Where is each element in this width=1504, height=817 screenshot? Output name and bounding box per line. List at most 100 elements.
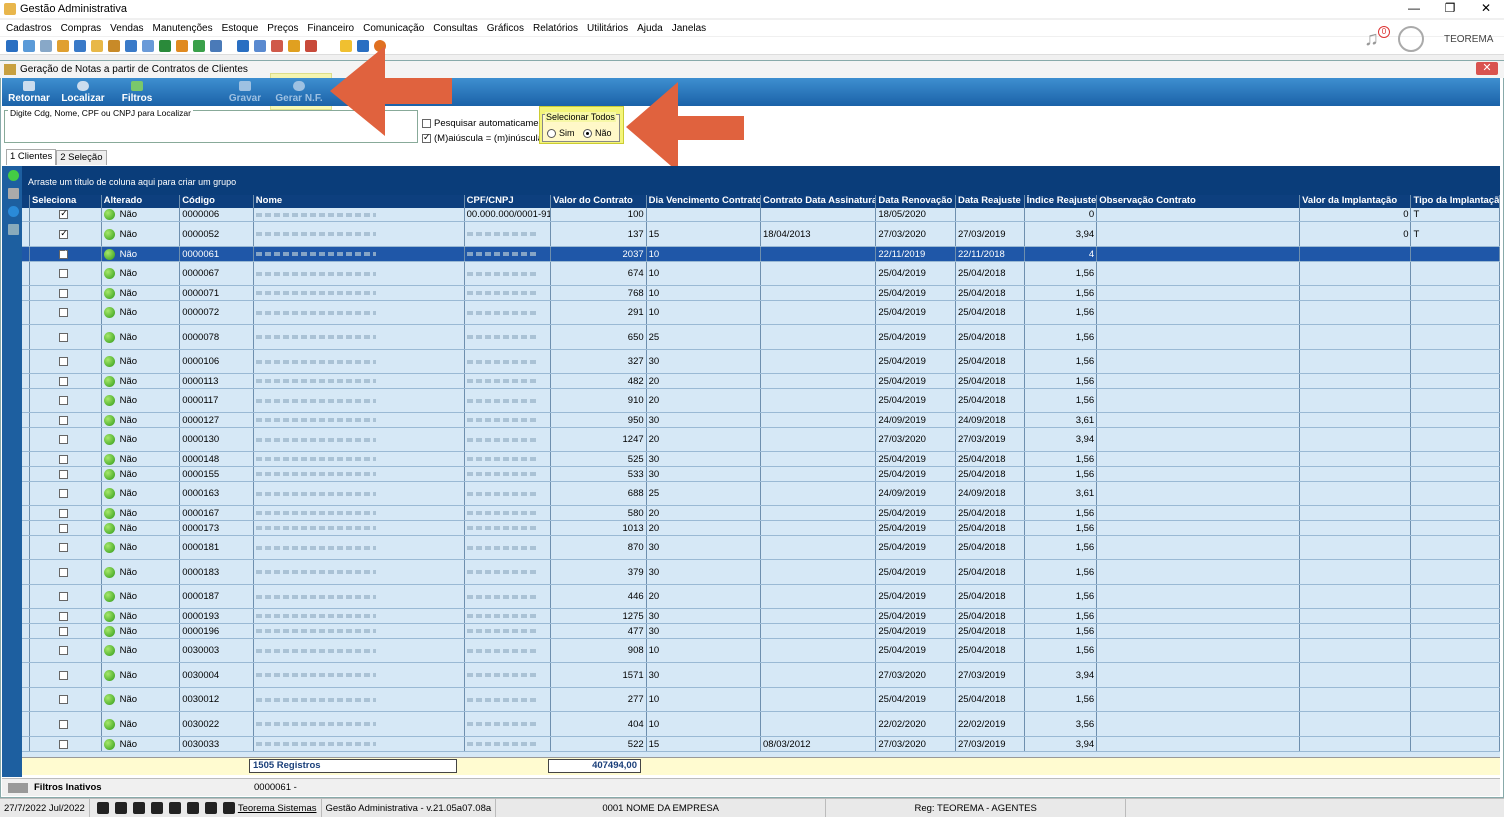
facebook-icon[interactable]: [204, 802, 217, 814]
table-row[interactable]: Não 0000181 870 30 25/04/2019 25/04/2018 1,56: [22, 536, 1500, 560]
instagram-icon[interactable]: [132, 802, 145, 814]
row-checkbox[interactable]: [59, 719, 69, 729]
toolbar-icon[interactable]: [271, 39, 283, 52]
row-checkbox[interactable]: [59, 543, 69, 552]
toolbar-icon[interactable]: [108, 39, 120, 52]
column-header[interactable]: Dia Vencimento Contrato: [647, 195, 762, 208]
gerar-nf-button[interactable]: Gerar N.F.: [272, 81, 326, 106]
column-header[interactable]: Valor da Implantação: [1300, 195, 1412, 208]
add-icon[interactable]: [8, 170, 19, 181]
table-row[interactable]: Não 0000183 379 30 25/04/2019 25/04/2018 1,56: [22, 560, 1500, 585]
table-row[interactable]: Não 0000155 533 30 25/04/2019 25/04/2018 1,56: [22, 467, 1500, 482]
column-header[interactable]: Tipo da Implantação: [1411, 195, 1500, 208]
toolbar-icon[interactable]: [159, 39, 171, 52]
toolbar-icon[interactable]: [6, 39, 18, 52]
restore-icon[interactable]: ❐: [1432, 0, 1468, 18]
column-header[interactable]: CPF/CNPJ: [465, 195, 552, 208]
toolbar-icon[interactable]: [210, 39, 222, 52]
grid-settings-icon[interactable]: [8, 224, 19, 235]
toolbar-icon[interactable]: [305, 39, 317, 52]
toolbar-icon[interactable]: [23, 39, 35, 52]
table-row[interactable]: Não 0000052 1371518/04/201327/03/202027/03…: [22, 222, 1500, 247]
table-row[interactable]: Não 0000127 950 30 24/09/2019 24/09/2018 3,61: [22, 413, 1500, 428]
menu-comunicacao[interactable]: Comunicação: [363, 23, 424, 34]
table-row[interactable]: Não 0030012 277 10 25/04/2019 25/04/2018 1,56: [22, 688, 1500, 712]
filtros-button[interactable]: Filtros: [110, 81, 164, 106]
company-link[interactable]: Teorema Sistemas: [238, 803, 317, 814]
table-row[interactable]: Não 0030022 404 10 22/02/2020 22/02/2019 3,56: [22, 712, 1500, 737]
toolbar-icon[interactable]: [288, 39, 300, 52]
menu-financeiro[interactable]: Financeiro: [307, 23, 354, 34]
youtube-icon[interactable]: [168, 802, 181, 814]
column-header[interactable]: Data Reajuste: [956, 195, 1025, 208]
table-row[interactable]: Não 0000117 910 20 25/04/2019 25/04/2018 1,56: [22, 389, 1500, 413]
linkedin-icon[interactable]: [150, 802, 163, 814]
menu-compras[interactable]: Compras: [61, 23, 102, 34]
table-row[interactable]: Não 0030004 1571 30 27/03/2020 27/03/2019 3,94: [22, 663, 1500, 688]
row-checkbox[interactable]: [59, 396, 69, 405]
table-row[interactable]: Não 0000196 477 30 25/04/2019 25/04/2018 1,56: [22, 624, 1500, 639]
close-icon[interactable]: ✕: [1468, 0, 1504, 18]
menu-precos[interactable]: Preços: [267, 23, 298, 34]
toolbar-icon[interactable]: [74, 39, 86, 52]
table-row[interactable]: Não 0000067 674 10 25/04/2019 25/04/2018 1,56: [22, 262, 1500, 286]
row-checkbox[interactable]: [59, 523, 69, 533]
row-checkbox[interactable]: [59, 695, 69, 704]
table-row[interactable]: Não 0000061 203710 22/11/201922/11/20184: [22, 247, 1500, 262]
select-all-nao-radio[interactable]: Não: [583, 128, 612, 139]
teorema-icon[interactable]: [222, 802, 235, 814]
menu-utilitarios[interactable]: Utilitários: [587, 23, 628, 34]
row-checkbox[interactable]: [59, 332, 69, 342]
menu-ajuda[interactable]: Ajuda: [637, 23, 663, 34]
table-row[interactable]: Não 0000078 650 25 25/04/2019 25/04/2018 1,56: [22, 325, 1500, 350]
toolbar-icon[interactable]: [40, 39, 52, 52]
web-icon[interactable]: [96, 802, 109, 814]
column-header[interactable]: Seleciona: [30, 195, 102, 208]
user-avatar-icon[interactable]: [1398, 26, 1424, 52]
minimize-icon[interactable]: —: [1396, 0, 1432, 18]
table-row[interactable]: Não 0000163 688 25 24/09/2019 24/09/2018 3,61: [22, 482, 1500, 506]
toolbar-icon[interactable]: [254, 39, 266, 52]
toolbar-icon[interactable]: [142, 39, 154, 52]
toolbar-icon[interactable]: [237, 39, 249, 52]
row-checkbox[interactable]: [59, 739, 69, 749]
row-checkbox[interactable]: [59, 288, 69, 298]
table-row[interactable]: Não 0030033 522 15 08/03/2012 27/03/2020 27/03…: [22, 737, 1500, 752]
gravar-button[interactable]: Gravar: [218, 81, 272, 106]
filters-inactive-label[interactable]: Filtros Inativos: [34, 782, 106, 793]
twitter-icon[interactable]: [186, 802, 199, 814]
table-row[interactable]: Não 0000106 327 30 25/04/2019 25/04/2018 1,56: [22, 350, 1500, 374]
select-all-sim-radio[interactable]: Sim: [547, 128, 575, 139]
menu-cadastros[interactable]: Cadastros: [6, 23, 52, 34]
toolbar-icon[interactable]: [176, 39, 188, 52]
row-checkbox[interactable]: [59, 308, 69, 317]
tab-clientes[interactable]: 1 Clientes: [6, 149, 57, 165]
row-checkbox[interactable]: [59, 248, 69, 259]
table-row[interactable]: Não 0000072 291 10 25/04/2019 25/04/2018 1,56: [22, 301, 1500, 325]
column-header[interactable]: Nome: [254, 195, 465, 208]
retornar-button[interactable]: Retornar: [2, 81, 56, 106]
toolbar-icon[interactable]: [193, 39, 205, 52]
trash-icon[interactable]: [8, 188, 19, 199]
row-checkbox[interactable]: [59, 489, 69, 498]
row-checkbox[interactable]: [59, 508, 69, 518]
row-checkbox[interactable]: [59, 454, 69, 464]
group-by-panel[interactable]: Arraste um título de coluna aqui para cr…: [22, 166, 1500, 195]
column-header[interactable]: Observação Contrato: [1097, 195, 1301, 208]
menu-vendas[interactable]: Vendas: [110, 23, 143, 34]
column-header[interactable]: Valor do Contrato: [551, 195, 647, 208]
row-checkbox[interactable]: [59, 469, 69, 479]
row-checkbox[interactable]: [59, 435, 69, 444]
menu-estoque[interactable]: Estoque: [222, 23, 259, 34]
toolbar-icon[interactable]: [125, 39, 137, 52]
table-row[interactable]: Não 0000113 482 20 25/04/2019 25/04/2018 1,56: [22, 374, 1500, 389]
menu-janelas[interactable]: Janelas: [672, 23, 706, 34]
table-row[interactable]: Não 0000173 1013 20 25/04/2019 25/04/2018 1,56: [22, 521, 1500, 536]
bell-icon[interactable]: ♫ 0: [1364, 26, 1390, 52]
row-checkbox[interactable]: [59, 611, 69, 621]
menu-manutencoes[interactable]: Manutenções: [153, 23, 213, 34]
menu-relatorios[interactable]: Relatórios: [533, 23, 578, 34]
menu-graficos[interactable]: Gráficos: [487, 23, 524, 34]
row-checkbox[interactable]: [59, 626, 69, 636]
table-row[interactable]: Não 0000187 446 20 25/04/2019 25/04/2018 1,56: [22, 585, 1500, 609]
